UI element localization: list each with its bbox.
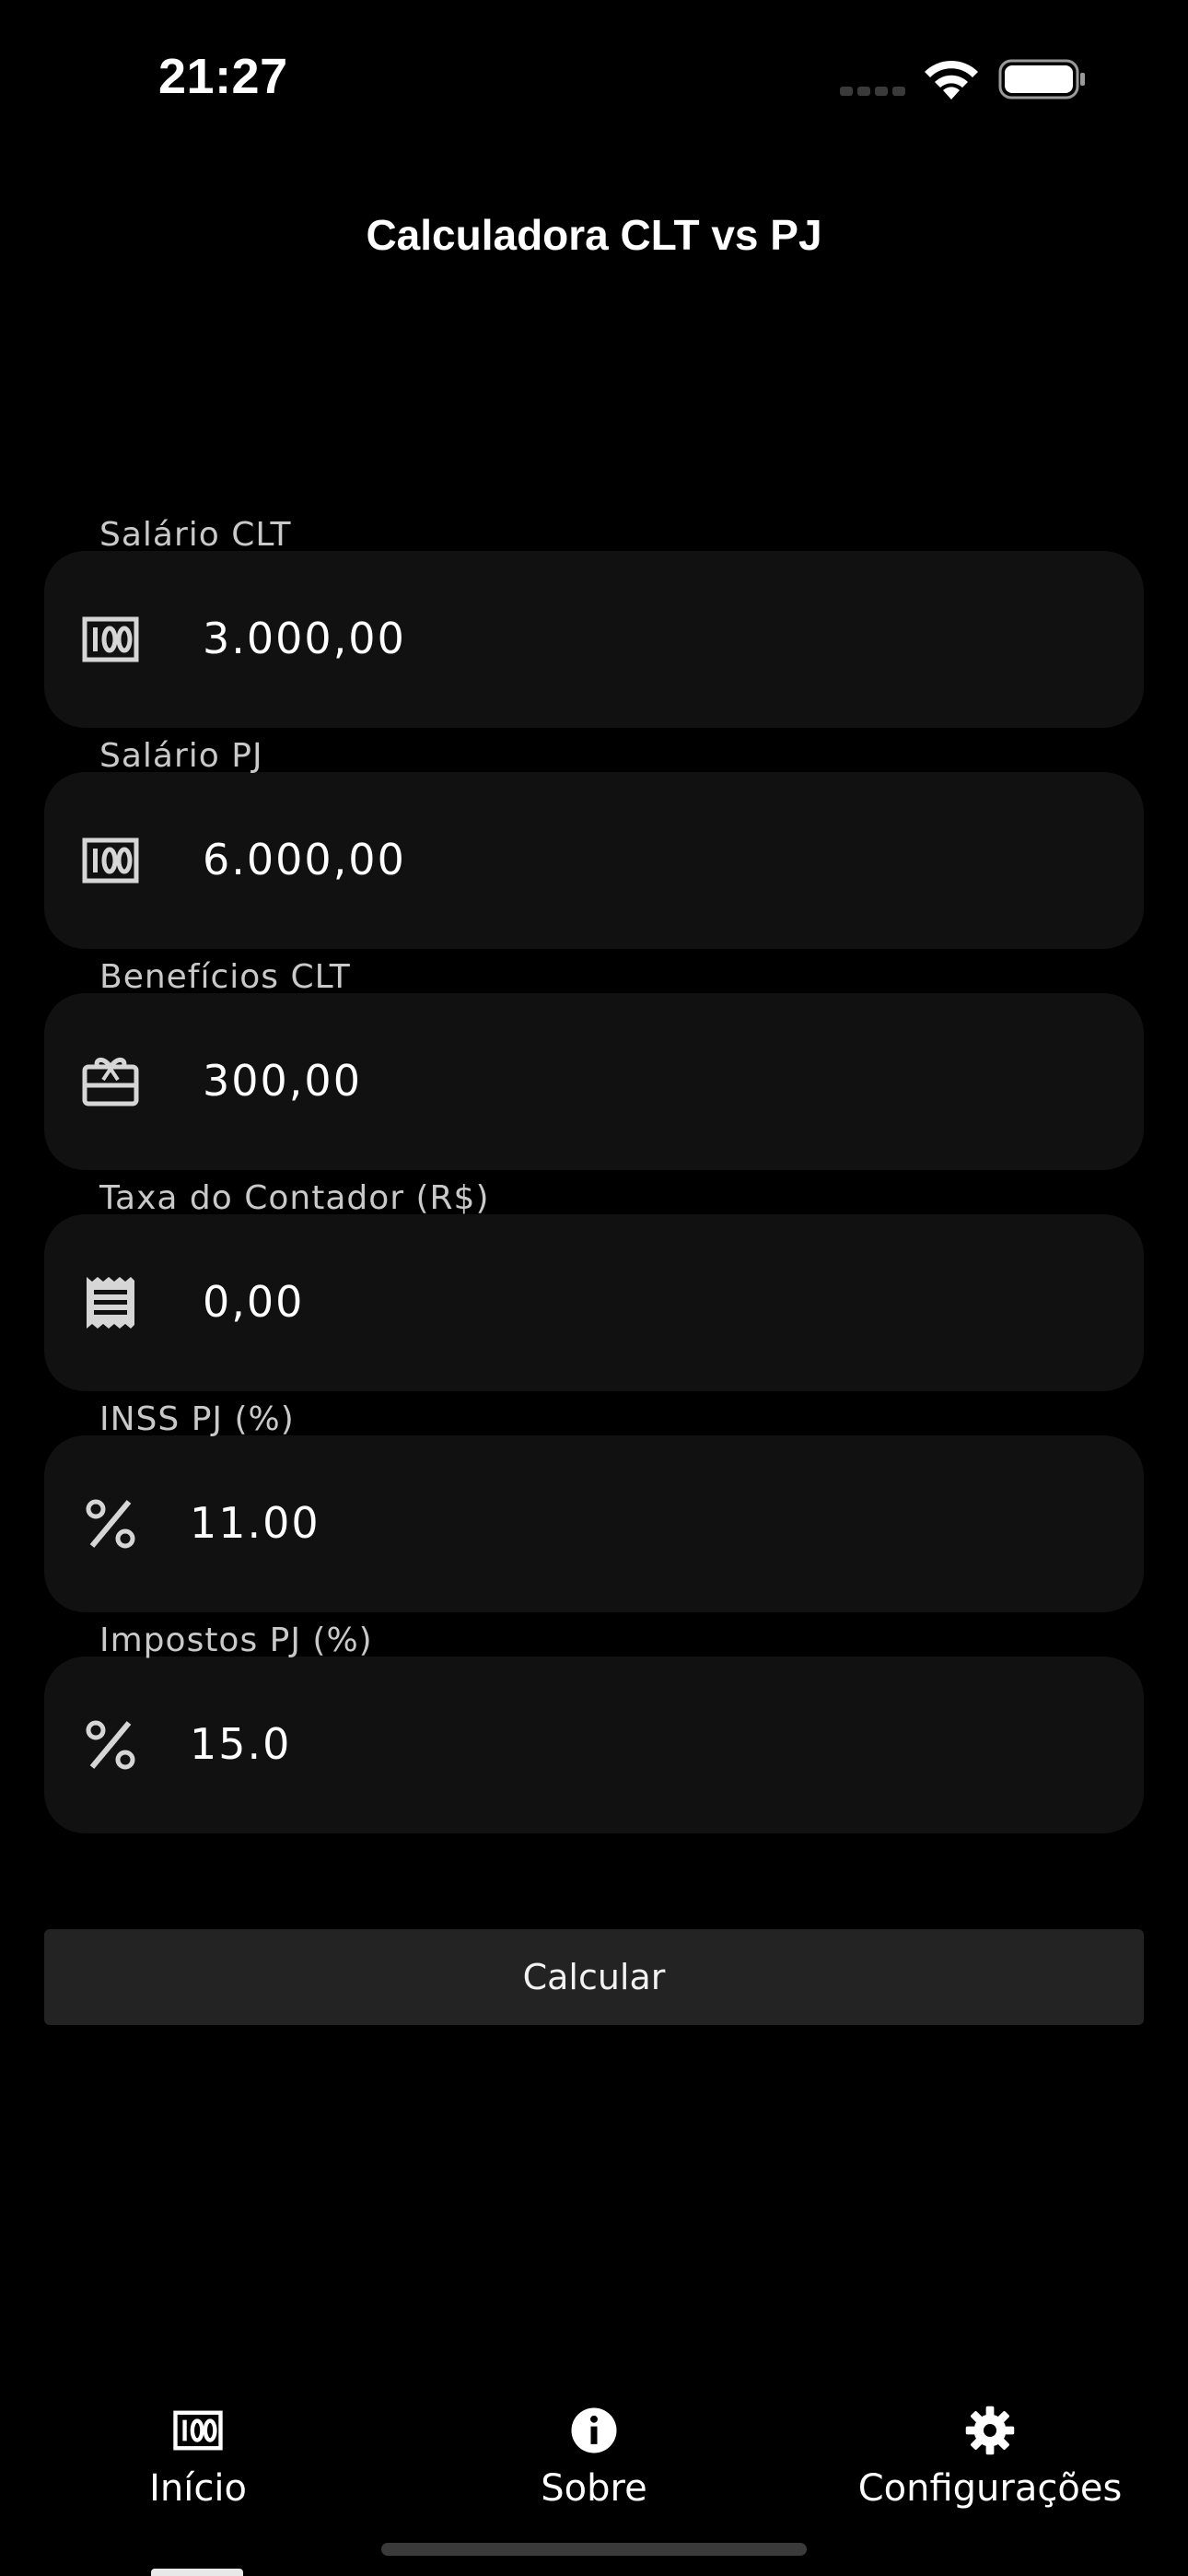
nav-label-sobre: Sobre [541,2467,647,2510]
money-icon [82,837,139,884]
home-indicator[interactable] [381,2543,807,2556]
cellular-signal-icon [840,87,905,96]
status-time: 21:27 [158,49,288,104]
inss-pj-field[interactable]: INSS PJ (%) 11.00 [44,1400,1144,1612]
impostos-pj-input[interactable]: 15.0 [190,1719,291,1769]
taxa-contador-field[interactable]: Taxa do Contador (R$) 0,00 [44,1179,1144,1391]
nav-label-inicio: Início [149,2467,247,2510]
field-label: INSS PJ (%) [99,1400,295,1438]
nav-item-inicio[interactable]: Início [14,2395,382,2515]
calculate-button[interactable]: Calcular [44,1929,1144,2025]
nav-item-configuracoes[interactable]: Configurações [806,2395,1174,2515]
beneficios-clt-field[interactable]: Benefícios CLT 300,00 [44,958,1144,1170]
salario-clt-input[interactable]: 3.000,00 [203,614,406,663]
field-label: Salário PJ [99,737,263,775]
wifi-icon [925,60,978,100]
nav-label-configuracoes: Configurações [857,2467,1123,2510]
taxa-contador-input[interactable]: 0,00 [203,1277,304,1327]
field-label: Salário CLT [99,516,292,554]
percent-icon [86,1499,135,1549]
active-tab-indicator [151,2569,243,2576]
page-title: Calculadora CLT vs PJ [366,211,822,259]
inss-pj-input[interactable]: 11.00 [190,1498,320,1548]
field-label: Taxa do Contador (R$) [99,1179,490,1217]
money-icon [82,616,139,662]
money-icon [173,2410,223,2451]
salario-clt-field[interactable]: Salário CLT 3.000,00 [44,516,1144,728]
gift-card-icon [82,1058,139,1107]
percent-icon [86,1720,135,1770]
status-bar: 21:27 [0,0,1188,157]
field-label: Benefícios CLT [99,958,351,996]
salario-pj-input[interactable]: 6.000,00 [203,835,406,884]
salario-pj-field[interactable]: Salário PJ 6.000,00 [44,737,1144,949]
beneficios-clt-input[interactable]: 300,00 [203,1056,362,1106]
battery-icon [998,59,1085,100]
nav-item-sobre[interactable]: Sobre [410,2395,778,2515]
info-icon [571,2407,617,2453]
receipt-icon [87,1277,134,1329]
impostos-pj-field[interactable]: Impostos PJ (%) 15.0 [44,1622,1144,1833]
gear-icon [965,2406,1015,2455]
field-label: Impostos PJ (%) [99,1622,373,1659]
